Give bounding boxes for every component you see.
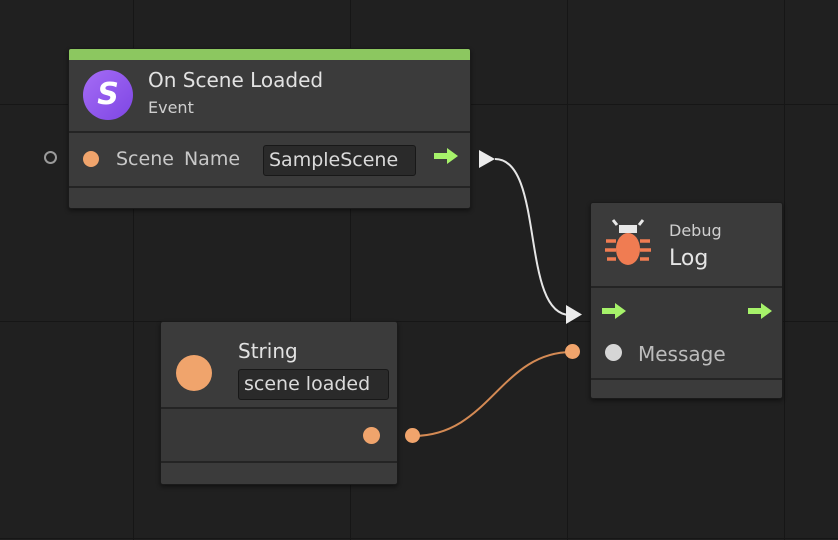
event-header-bar — [69, 49, 470, 60]
debug-log-node[interactable]: Debug Log Message — [590, 202, 783, 399]
node-subtitle: Event — [148, 98, 194, 117]
string-output-port[interactable] — [363, 427, 380, 444]
flow-input-port[interactable] — [565, 304, 583, 325]
on-scene-loaded-node[interactable]: S On Scene Loaded Event Scene Name Sampl… — [68, 48, 471, 209]
node-title: Log — [669, 246, 709, 271]
scene-name-label: Scene Name — [116, 148, 241, 170]
message-input-port[interactable] — [605, 344, 622, 361]
node-title: On Scene Loaded — [148, 68, 324, 92]
scene-name-output-port[interactable] — [83, 151, 99, 167]
orange-circle-icon — [176, 355, 212, 391]
message-label: Message — [638, 342, 726, 366]
string-value-field[interactable]: scene loaded — [238, 369, 389, 400]
flow-in-arrow-icon[interactable] — [601, 302, 627, 320]
message-connection-port[interactable] — [565, 344, 580, 359]
event-input-port[interactable] — [44, 151, 57, 164]
string-connection-port[interactable] — [405, 428, 420, 443]
string-literal-node[interactable]: String scene loaded — [160, 321, 398, 485]
s-circle-icon: S — [83, 70, 133, 120]
node-title: String — [238, 339, 298, 363]
flow-connection — [494, 158, 571, 316]
flow-out-arrow-icon[interactable] — [747, 302, 773, 320]
flow-output-port[interactable] — [478, 149, 496, 169]
node-category: Debug — [669, 221, 722, 240]
bug-icon — [605, 219, 651, 265]
scene-name-field[interactable]: SampleScene — [263, 145, 416, 176]
flow-out-arrow-icon[interactable] — [433, 147, 459, 165]
string-connection — [412, 351, 573, 437]
